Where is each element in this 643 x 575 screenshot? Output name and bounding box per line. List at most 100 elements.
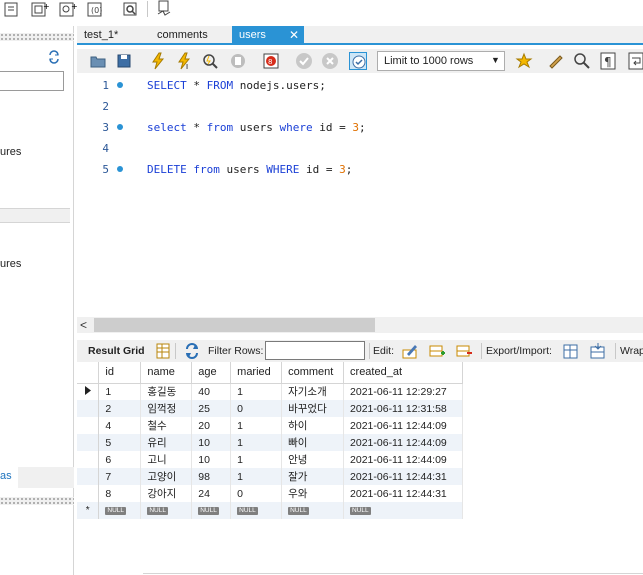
table-row[interactable]: 1 홍길동 40 1 자기소개 2021-06-11 12:29:27 (77, 383, 463, 400)
cell-maried[interactable]: 1 (230, 383, 283, 400)
row-header[interactable] (77, 451, 100, 468)
row-header[interactable] (77, 485, 100, 502)
cell-comment[interactable]: 우와 (281, 485, 345, 502)
explain-icon[interactable] (201, 52, 219, 70)
table-row[interactable]: 5 유리 10 1 빠이 2021-06-11 12:44:09 (77, 434, 463, 451)
open-file-icon[interactable] (89, 52, 107, 70)
editor-horizontal-scrollbar[interactable]: < (77, 317, 643, 333)
beautify-icon[interactable] (547, 52, 565, 70)
cell-id[interactable]: 2 (98, 400, 142, 417)
refresh-icon[interactable] (47, 50, 61, 64)
result-grid-label[interactable]: Result Grid (88, 345, 145, 357)
word-wrap-icon[interactable] (627, 52, 643, 70)
grid-layout-icon[interactable] (154, 342, 172, 360)
cell-age[interactable]: NULL (191, 502, 232, 519)
cell-name[interactable]: 강아지 (140, 485, 193, 502)
schema-filter-input[interactable] (0, 71, 64, 91)
cell-comment[interactable]: 빠이 (281, 434, 345, 451)
cell-maried[interactable]: 0 (230, 400, 283, 417)
cell-id[interactable]: 6 (98, 451, 142, 468)
delete-row-icon[interactable] (455, 342, 473, 360)
new-table-icon[interactable]: + (58, 0, 78, 18)
cell-created-at[interactable]: 2021-06-11 12:44:09 (343, 451, 463, 468)
cell-age[interactable]: 10 (191, 434, 232, 451)
cell-id[interactable]: 4 (98, 417, 142, 434)
column-header-maried[interactable]: maried (230, 362, 283, 384)
cell-maried[interactable]: 1 (230, 434, 283, 451)
rollback-icon[interactable] (321, 52, 339, 70)
cell-comment[interactable]: 바꾸었다 (281, 400, 345, 417)
scrollbar-thumb[interactable] (94, 318, 375, 332)
navigator-tab-schemas[interactable]: as (0, 467, 18, 488)
cell-age[interactable]: 98 (191, 468, 232, 485)
cell-age[interactable]: 24 (191, 485, 232, 502)
new-sql-tab-icon[interactable] (2, 0, 22, 18)
cell-maried[interactable]: 1 (230, 417, 283, 434)
table-row[interactable]: 7 고양이 98 1 잘가 2021-06-11 12:44:31 (77, 468, 463, 485)
panel-divider[interactable] (0, 208, 70, 223)
cell-comment[interactable]: NULL (281, 502, 345, 519)
cell-created-at[interactable]: 2021-06-11 12:31:58 (343, 400, 463, 417)
cell-age[interactable]: 40 (191, 383, 232, 400)
cell-created-at[interactable]: 2021-06-11 12:29:27 (343, 383, 463, 400)
inspector-icon[interactable] (121, 0, 141, 18)
cell-name[interactable]: NULL (140, 502, 193, 519)
wrap-cell-label[interactable]: Wrap (620, 345, 643, 357)
result-grid[interactable]: id name age maried comment created_at 1 … (77, 362, 463, 519)
tab-test-1[interactable]: test_1* (77, 26, 147, 45)
cell-maried[interactable]: 1 (230, 468, 283, 485)
new-function-icon[interactable]: (0) (86, 0, 106, 18)
tab-comments[interactable]: comments (147, 26, 232, 45)
table-row[interactable]: 2 임꺽정 25 0 바꾸었다 2021-06-11 12:31:58 (77, 400, 463, 417)
autocommit-icon[interactable] (349, 52, 367, 70)
row-header[interactable] (77, 434, 100, 451)
tab-users[interactable]: users ✕ (232, 26, 304, 45)
export-icon[interactable] (562, 342, 580, 360)
row-header[interactable] (77, 400, 100, 417)
cell-id[interactable]: 5 (98, 434, 142, 451)
stop-icon[interactable] (229, 52, 247, 70)
add-row-icon[interactable] (428, 342, 446, 360)
column-header-age[interactable]: age (191, 362, 232, 384)
invisible-chars-icon[interactable]: ¶ (599, 52, 617, 70)
import-icon[interactable] (589, 342, 607, 360)
cell-name[interactable]: 고양이 (140, 468, 193, 485)
cell-age[interactable]: 10 (191, 451, 232, 468)
stored-procedures-label-2[interactable]: ures (0, 258, 21, 270)
toggle-error-icon[interactable]: 8 (262, 52, 280, 70)
filter-rows-input[interactable] (265, 341, 365, 360)
cell-id[interactable]: NULL (98, 502, 142, 519)
reconnect-icon[interactable] (155, 0, 175, 18)
cell-id[interactable]: 8 (98, 485, 142, 502)
cell-created-at[interactable]: 2021-06-11 12:44:09 (343, 434, 463, 451)
add-snippet-icon[interactable] (515, 52, 533, 70)
cell-maried[interactable]: 1 (230, 451, 283, 468)
cell-maried[interactable]: 0 (230, 485, 283, 502)
refresh-icon[interactable] (183, 342, 201, 360)
table-row[interactable]: 8 강아지 24 0 우와 2021-06-11 12:44:31 (77, 485, 463, 502)
cell-created-at[interactable]: NULL (343, 502, 463, 519)
cell-age[interactable]: 20 (191, 417, 232, 434)
stored-procedures-label[interactable]: ures (0, 146, 21, 158)
cell-name[interactable]: 유리 (140, 434, 193, 451)
find-icon[interactable] (573, 52, 591, 70)
column-header-name[interactable]: name (140, 362, 193, 384)
cell-created-at[interactable]: 2021-06-11 12:44:31 (343, 468, 463, 485)
column-header-id[interactable]: id (98, 362, 142, 384)
cell-maried[interactable]: NULL (230, 502, 283, 519)
row-header[interactable] (77, 468, 100, 485)
close-icon[interactable]: ✕ (289, 28, 299, 42)
execute-icon[interactable] (149, 52, 167, 70)
new-schema-icon[interactable]: + (30, 0, 50, 18)
cell-name[interactable]: 철수 (140, 417, 193, 434)
cell-id[interactable]: 7 (98, 468, 142, 485)
column-header-comment[interactable]: comment (281, 362, 345, 384)
cell-age[interactable]: 25 (191, 400, 232, 417)
new-row[interactable]: * NULL NULL NULL NULL NULL NULL (77, 502, 463, 519)
commit-icon[interactable] (295, 52, 313, 70)
limit-rows-dropdown[interactable]: Limit to 1000 rows ▼ (377, 51, 505, 71)
table-row[interactable]: 6 고니 10 1 안녕 2021-06-11 12:44:09 (77, 451, 463, 468)
edit-row-icon[interactable] (401, 342, 419, 360)
cell-created-at[interactable]: 2021-06-11 12:44:09 (343, 417, 463, 434)
table-row[interactable]: 4 철수 20 1 하이 2021-06-11 12:44:09 (77, 417, 463, 434)
